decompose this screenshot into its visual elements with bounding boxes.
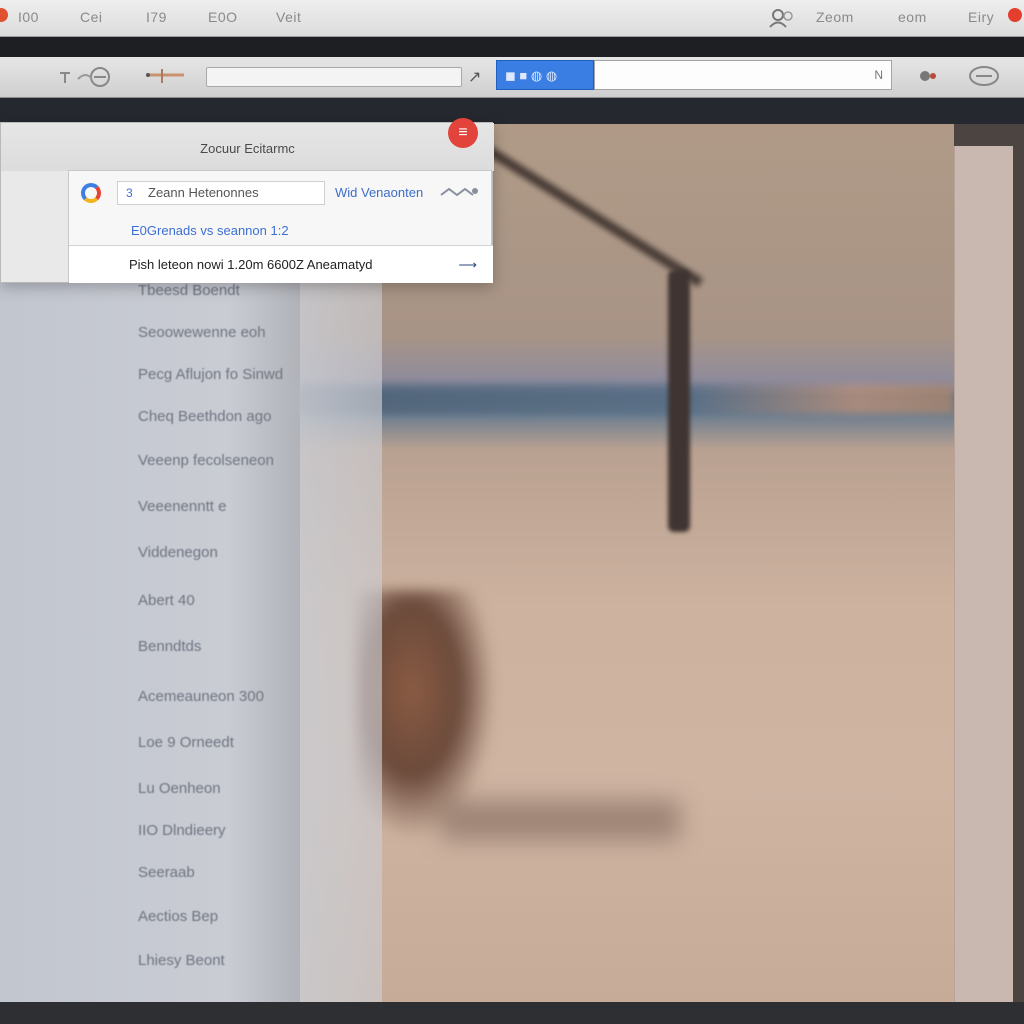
search-input[interactable]: 3 Zeann Hetenonnes — [117, 181, 325, 205]
shield-icon[interactable] — [918, 69, 938, 83]
back-forward-icon[interactable] — [56, 65, 132, 87]
menu-item-right-2[interactable]: eom — [898, 9, 927, 25]
arrow-right-icon: ⟶ — [458, 257, 477, 272]
menu-item-3[interactable]: I79 — [146, 9, 167, 25]
list-item[interactable]: Abert 40 — [138, 592, 195, 609]
photo-horizon — [300, 384, 954, 414]
title-strip — [0, 37, 1024, 57]
menu-item-4[interactable]: E0O — [208, 9, 238, 25]
url-field[interactable]: N — [594, 60, 892, 90]
search-engine-icon — [81, 183, 101, 203]
list-item[interactable]: Pecg Aflujon fo Sinwd — [138, 366, 283, 383]
record-dot-icon[interactable] — [1008, 8, 1022, 22]
toolbar: ↗ ◼ ■ ◍ ◍ N — [0, 57, 1024, 98]
menu-item-right-1[interactable]: Zeom — [816, 9, 854, 25]
list-item[interactable]: Seeraab — [138, 864, 195, 881]
list-item[interactable]: Loe 9 Orneedt — [138, 734, 234, 751]
window-dot-icon[interactable] — [0, 8, 8, 22]
photo-shadow — [440, 800, 680, 840]
list-item[interactable]: Tbeesd Boendt — [138, 282, 240, 299]
list-item[interactable]: Benndtds — [138, 638, 201, 655]
list-item[interactable]: Cheq Beethdon ago — [138, 408, 271, 425]
right-side-panel — [954, 146, 1013, 1002]
search-row: 3 Zeann Hetenonnes Wid Venaonten — [69, 171, 493, 219]
menu-bar: I00 Cei I79 E0O Veit Zeom eom Eiry — [0, 0, 1024, 37]
suggestion-item[interactable]: Pish leteon nowi 1.20m 6600Z Aneamatyd ⟶ — [69, 245, 493, 283]
list-item[interactable]: Seoowewenne eoh — [138, 324, 266, 341]
share-arrow-icon[interactable]: ↗ — [468, 67, 481, 87]
suggestion-text: Pish leteon nowi 1.20m 6600Z Aneamatyd — [129, 257, 373, 272]
settings-icon[interactable] — [439, 185, 479, 201]
list-item[interactable]: Aectios Bep — [138, 908, 218, 925]
list-item[interactable]: Lu Oenheon — [138, 780, 221, 797]
pencil-icon[interactable] — [144, 65, 204, 87]
suggestion-link[interactable]: E0Grenads vs seannon 1:2 — [131, 223, 289, 238]
list-item[interactable]: Veeenenntt e — [138, 498, 226, 515]
photo-pole — [668, 270, 690, 532]
menu-item-1[interactable]: I00 — [18, 9, 39, 25]
secondary-address-field[interactable] — [206, 67, 462, 87]
view-link[interactable]: Wid Venaonten — [335, 185, 423, 200]
list-item[interactable]: Acemeauneon 300 — [138, 688, 264, 705]
dialog-title: Zocuur Ecitarmc — [1, 123, 494, 171]
menu-item-2[interactable]: Cei — [80, 9, 103, 25]
extension-icon[interactable] — [966, 63, 1002, 89]
list-item[interactable]: Veeenp fecolseneon — [138, 452, 274, 469]
list-item[interactable]: Lhiesy Beont — [138, 952, 225, 969]
menu-item-5[interactable]: Veit — [276, 9, 301, 25]
people-icon[interactable] — [768, 8, 796, 28]
search-text: Zeann Hetenonnes — [148, 185, 259, 200]
list-item[interactable]: IIO Dlndieery — [138, 822, 226, 839]
search-number: 3 — [126, 186, 133, 200]
tab-active[interactable]: ◼ ■ ◍ ◍ — [496, 60, 594, 90]
menu-item-right-3[interactable]: Eiry — [968, 9, 994, 25]
suggestion-panel: 3 Zeann Hetenonnes Wid Venaonten E0Grena… — [68, 170, 493, 283]
bottom-strip — [0, 1002, 1024, 1024]
list-item[interactable]: Viddenegon — [138, 544, 218, 561]
toolbar-shadow — [0, 98, 1024, 124]
close-button[interactable]: ≡ — [448, 118, 478, 148]
